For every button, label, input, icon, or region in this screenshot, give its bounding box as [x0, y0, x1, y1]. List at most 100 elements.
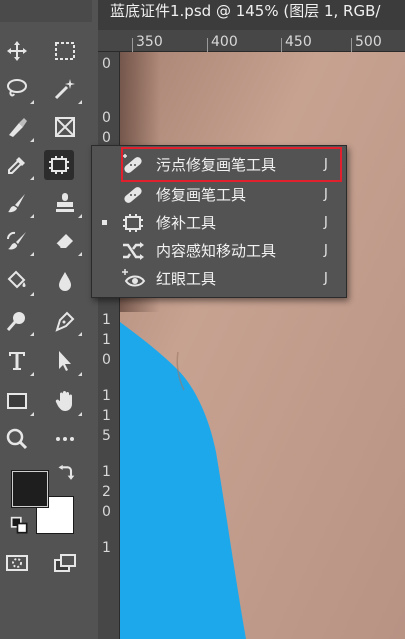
zoom-tool[interactable]	[2, 424, 32, 454]
ruler-tick	[351, 38, 352, 52]
ruler-digit: 1	[102, 332, 111, 348]
default-colors-icon	[10, 516, 28, 534]
menu-item-content-aware-move[interactable]: 内容感知移动工具 J	[92, 237, 346, 265]
rectangle-icon	[7, 393, 27, 409]
lasso-submenu-indicator	[30, 100, 34, 104]
menu-item-patch-tool[interactable]: 修补工具 J	[92, 209, 346, 237]
menu-item-label: 修补工具	[156, 214, 217, 232]
type-tool[interactable]	[2, 346, 32, 376]
tools-panel	[0, 0, 92, 639]
document-canvas[interactable]	[120, 52, 405, 639]
brush-tool[interactable]	[2, 188, 32, 218]
quick-mask-button[interactable]	[2, 548, 32, 578]
arrow-cursor-icon	[59, 351, 71, 371]
ruler-digit: 1	[102, 312, 111, 328]
type-submenu-indicator	[30, 372, 34, 376]
content-aware-move-icon	[123, 242, 144, 260]
document-tab[interactable]: 蓝底证件1.psd @ 145% (图层 1, RGB/	[98, 0, 405, 30]
path-selection-tool[interactable]	[50, 346, 80, 376]
stamp-submenu-indicator	[78, 214, 82, 218]
screen-mode-button[interactable]	[50, 548, 80, 578]
ruler-digit: 0	[102, 56, 111, 72]
vertical-ruler[interactable]: 0 0 0 1 0 0 1 0 5 1 1 0 1 1 5 1 2 0 1	[98, 52, 120, 639]
document-tab-title: 蓝底证件1.psd @ 145% (图层 1, RGB/	[110, 2, 381, 20]
hand-submenu-indicator	[78, 412, 82, 416]
swap-arrows-icon	[58, 464, 75, 480]
eyedropper-submenu-indicator	[30, 176, 34, 180]
ruler-digit: 5	[102, 428, 111, 444]
eyedropper-tool[interactable]	[2, 150, 32, 180]
menu-item-healing-brush[interactable]: 修复画笔工具 J	[92, 181, 346, 209]
pen-tool[interactable]	[50, 306, 80, 336]
swap-colors-button[interactable]	[56, 464, 76, 484]
hand-tool[interactable]	[50, 386, 80, 416]
lasso-icon	[7, 79, 27, 97]
ruler-tick	[207, 38, 208, 52]
pen-icon	[55, 311, 75, 332]
current-tool-bullet	[102, 220, 107, 225]
healing-brush-icon	[124, 187, 142, 203]
patch-icon	[49, 156, 69, 174]
more-dots-icon	[56, 437, 74, 441]
dodge-tool[interactable]	[2, 306, 32, 336]
history-brush-tool[interactable]	[2, 226, 32, 256]
pen-submenu-indicator	[78, 332, 82, 336]
menu-item-spot-healing-brush[interactable]: 污点修复画笔工具 J	[92, 151, 346, 179]
default-colors-button[interactable]	[10, 516, 30, 536]
move-tool[interactable]	[2, 36, 32, 66]
menu-item-label: 修复画笔工具	[156, 186, 247, 204]
marquee-tool[interactable]	[50, 36, 80, 66]
clone-stamp-tool[interactable]	[50, 188, 80, 218]
ruler-tick	[132, 38, 133, 52]
crop-tool[interactable]	[2, 112, 32, 142]
magic-wand-icon	[54, 79, 75, 100]
ruler-digit: 1	[102, 464, 111, 480]
red-eye-icon	[122, 269, 146, 287]
dodge-submenu-indicator	[30, 332, 34, 336]
ruler-digit: 1	[102, 408, 111, 424]
ruler-label: 450	[285, 34, 312, 50]
patch-tool-icon	[123, 214, 143, 232]
horizontal-ruler[interactable]: 350 400 450 500	[98, 30, 405, 52]
ruler-tick	[281, 38, 282, 52]
shape-tool[interactable]	[2, 386, 32, 416]
eraser-icon	[55, 234, 73, 249]
water-drop-icon	[59, 272, 71, 291]
ruler-digit: 0	[102, 504, 111, 520]
magic-wand-tool[interactable]	[50, 74, 80, 104]
menu-item-shortcut: J	[324, 243, 328, 258]
patch-tool-active[interactable]	[44, 150, 74, 180]
spot-healing-brush-icon	[123, 154, 142, 173]
menu-item-shortcut: J	[324, 157, 328, 172]
brush-icon	[8, 194, 25, 213]
healing-tools-flyout: 污点修复画笔工具 J 修复画笔工具 J 修补工具 J 内容感知移动工具 J 红眼…	[91, 145, 347, 298]
quick-mask-icon	[6, 555, 28, 571]
foreground-color-swatch[interactable]	[12, 471, 48, 507]
menu-item-shortcut: J	[324, 187, 328, 202]
menu-item-shortcut: J	[324, 215, 328, 230]
edit-toolbar-button[interactable]	[50, 424, 80, 454]
frame-tool[interactable]	[50, 112, 80, 142]
photo-layer	[120, 52, 405, 639]
paint-bucket-tool[interactable]	[2, 266, 32, 296]
eraser-submenu-indicator	[78, 252, 82, 256]
eyedropper-icon	[8, 157, 25, 174]
frame-icon	[55, 117, 75, 137]
hand-icon	[55, 391, 72, 411]
history-submenu-indicator	[30, 252, 34, 256]
paint-bucket-icon	[7, 270, 26, 289]
lasso-tool[interactable]	[2, 74, 32, 104]
wand-submenu-indicator	[78, 100, 82, 104]
screen-mode-icon	[54, 554, 76, 572]
stamp-icon	[56, 193, 74, 212]
dodge-icon	[6, 312, 25, 331]
toolbar-grip[interactable]	[0, 0, 92, 22]
brush-submenu-indicator	[30, 214, 34, 218]
menu-item-label: 红眼工具	[156, 270, 217, 288]
pen-nib-icon	[9, 118, 27, 137]
eraser-tool[interactable]	[50, 226, 80, 256]
blur-tool[interactable]	[50, 266, 80, 296]
menu-item-red-eye[interactable]: 红眼工具 J	[92, 265, 346, 293]
ruler-digit: 1	[102, 388, 111, 404]
menu-item-shortcut: J	[324, 271, 328, 286]
